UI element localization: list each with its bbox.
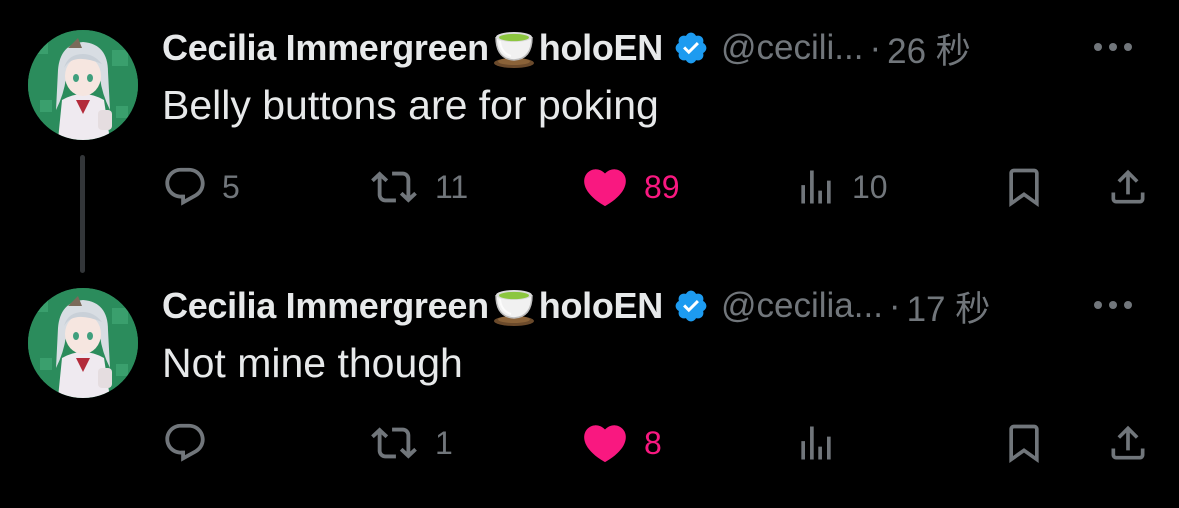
tweet-text: Not mine though bbox=[162, 340, 463, 386]
thread-connector-line bbox=[80, 155, 85, 273]
bookmark-icon bbox=[1002, 165, 1046, 209]
display-name-suffix[interactable]: holoEN bbox=[539, 27, 663, 69]
retweet-icon bbox=[367, 420, 421, 466]
retweet-count: 11 bbox=[435, 168, 469, 205]
share-icon bbox=[1106, 165, 1150, 209]
verified-badge-icon[interactable] bbox=[673, 288, 709, 324]
reply-button[interactable]: 5 bbox=[162, 162, 240, 212]
retweet-button[interactable]: 1 bbox=[367, 418, 453, 468]
display-name[interactable]: Cecilia Immergreen bbox=[162, 27, 489, 69]
views-button[interactable] bbox=[794, 418, 852, 468]
views-count: 10 bbox=[852, 168, 888, 205]
like-count: 8 bbox=[644, 424, 662, 461]
separator-dot: · bbox=[888, 286, 901, 325]
retweet-icon bbox=[367, 164, 421, 210]
reply-count: 5 bbox=[222, 168, 240, 205]
share-icon bbox=[1106, 421, 1150, 465]
like-count: 89 bbox=[644, 168, 680, 205]
avatar[interactable] bbox=[28, 30, 138, 140]
action-bar: 1 8 bbox=[162, 418, 1152, 468]
tweet[interactable]: Cecilia Immergreen holoEN @cecili... · 2… bbox=[0, 0, 1179, 273]
reply-icon bbox=[162, 420, 208, 466]
heart-icon bbox=[580, 418, 630, 468]
views-icon bbox=[794, 421, 838, 465]
retweet-count: 1 bbox=[435, 424, 453, 461]
verified-badge-icon[interactable] bbox=[673, 30, 709, 66]
tweet-header: Cecilia Immergreen holoEN @cecilia... · … bbox=[162, 284, 1159, 329]
tea-cup-icon bbox=[491, 27, 537, 69]
share-button[interactable] bbox=[1106, 418, 1150, 468]
bookmark-icon bbox=[1002, 421, 1046, 465]
display-name-suffix[interactable]: holoEN bbox=[539, 285, 663, 327]
retweet-button[interactable]: 11 bbox=[367, 162, 468, 212]
timestamp[interactable]: 26 秒 bbox=[887, 23, 971, 74]
action-bar: 5 11 89 10 bbox=[162, 162, 1152, 212]
display-name[interactable]: Cecilia Immergreen bbox=[162, 285, 489, 327]
reply-icon bbox=[162, 164, 208, 210]
avatar[interactable] bbox=[28, 288, 138, 398]
more-options-icon[interactable] bbox=[1091, 40, 1135, 54]
bookmark-button[interactable] bbox=[1002, 162, 1046, 212]
share-button[interactable] bbox=[1106, 162, 1150, 212]
bookmark-button[interactable] bbox=[1002, 418, 1046, 468]
handle[interactable]: @cecilia... bbox=[721, 286, 883, 326]
more-options-icon[interactable] bbox=[1091, 298, 1135, 312]
like-button[interactable]: 89 bbox=[580, 162, 680, 212]
avatar-image bbox=[28, 288, 138, 398]
views-icon bbox=[794, 165, 838, 209]
reply-button[interactable] bbox=[162, 418, 222, 468]
tweet-text: Belly buttons are for poking bbox=[162, 82, 659, 128]
tea-cup-icon bbox=[491, 285, 537, 327]
avatar-image bbox=[28, 30, 138, 140]
tweet-header: Cecilia Immergreen holoEN @cecili... · 2… bbox=[162, 26, 1159, 71]
views-button[interactable]: 10 bbox=[794, 162, 888, 212]
separator-dot: · bbox=[869, 28, 882, 67]
like-button[interactable]: 8 bbox=[580, 418, 662, 468]
heart-icon bbox=[580, 162, 630, 212]
timestamp[interactable]: 17 秒 bbox=[907, 281, 991, 332]
handle[interactable]: @cecili... bbox=[721, 28, 864, 68]
